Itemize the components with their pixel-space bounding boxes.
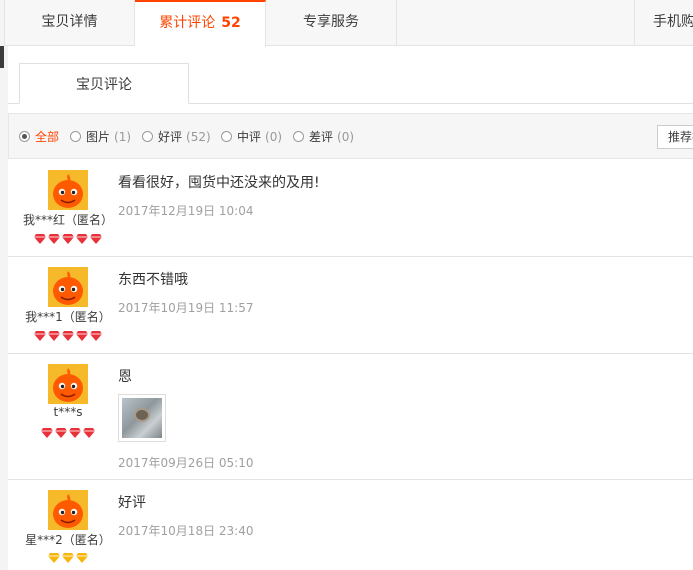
buyer-credit-gems: [8, 234, 128, 246]
top-tab-bar: 宝贝详情 累计评论 52 专享服务 手机购: [4, 0, 693, 47]
filter-negative-count: (0): [337, 130, 355, 144]
avatar: [48, 170, 88, 210]
radio-icon[interactable]: [221, 131, 232, 142]
review-date: 2017年10月18日 23:40: [118, 524, 254, 538]
diamond-icon: [89, 234, 102, 244]
diamond-icon: [48, 331, 61, 341]
review-text: 东西不错哦: [118, 272, 188, 288]
review-photo-thumbnail[interactable]: [118, 394, 166, 442]
left-gutter: [0, 0, 8, 570]
filter-neutral-count: (0): [265, 130, 283, 144]
yellow-diamond-icon: [48, 553, 61, 563]
gutter-marker: [0, 46, 4, 68]
diamond-icon: [55, 428, 68, 438]
diamond-icon: [75, 331, 88, 341]
review-date: 2017年09月26日 05:10: [118, 456, 254, 470]
tab-reviews-count: 52: [221, 15, 241, 31]
filter-positive-label: 好评: [158, 130, 183, 144]
filter-neutral-label: 中评: [237, 130, 262, 144]
diamond-icon: [34, 234, 47, 244]
filter-all[interactable]: 全部: [19, 129, 59, 145]
tab-reviews[interactable]: 累计评论 52: [135, 0, 266, 47]
reviewer-name: 我***红（匿名）: [22, 213, 113, 227]
reviewer-name: t***s: [53, 405, 83, 419]
tab-item-details-label: 宝贝详情: [41, 14, 98, 30]
filter-all-label: 全部: [35, 130, 60, 144]
review-text: 看看很好，囤货中还没来的及用!: [118, 175, 320, 191]
diamond-icon: [62, 234, 74, 244]
reviewer-name: 我***1（匿名）: [25, 310, 111, 324]
tab-mobile[interactable]: 手机购: [634, 0, 693, 46]
diamond-icon: [34, 331, 47, 341]
avatar: [48, 364, 88, 404]
filter-positive-count: (52): [186, 130, 211, 144]
reviewer-name: 星***2（匿名）: [25, 533, 111, 547]
sort-dropdown[interactable]: 推荐排: [657, 125, 693, 149]
tab-service[interactable]: 专享服务: [266, 0, 397, 46]
diamond-icon: [68, 428, 81, 438]
diamond-icon: [62, 331, 74, 341]
review-item: 星***2（匿名） 好评 2017年10月18日 23:40: [8, 480, 693, 570]
tab-service-label: 专享服务: [303, 14, 359, 30]
review-item: 我***1（匿名） 东西不错哦 2017年10月19日 11:57: [8, 257, 693, 354]
review-date: 2017年10月19日 11:57: [118, 301, 254, 315]
filter-photos[interactable]: 图片 (1): [70, 129, 131, 145]
radio-icon[interactable]: [142, 131, 153, 142]
diamond-icon: [41, 428, 54, 438]
radio-icon[interactable]: [70, 131, 81, 142]
review-photo: [122, 398, 162, 438]
diamond-icon: [82, 428, 95, 438]
radio-icon-checked[interactable]: [19, 131, 30, 142]
buyer-credit-gems: [8, 553, 128, 565]
tab-item-details[interactable]: 宝贝详情: [4, 0, 135, 46]
filter-negative[interactable]: 差评 (0): [293, 129, 354, 145]
buyer-credit-gems: [8, 331, 128, 343]
review-item: t***s 恩 2017年09月26日 05:10: [8, 354, 693, 480]
review-item: 我***红（匿名） 看看很好，囤货中还没来的及用! 2017年12月19日 10…: [8, 160, 693, 257]
avatar: [48, 490, 88, 530]
avatar: [48, 267, 88, 307]
review-date: 2017年12月19日 10:04: [118, 204, 254, 218]
review-text: 恩: [118, 369, 132, 385]
radio-icon[interactable]: [293, 131, 304, 142]
yellow-diamond-icon: [75, 553, 88, 563]
diamond-icon: [48, 234, 61, 244]
filter-photos-label: 图片: [86, 130, 111, 144]
tab-reviews-label: 累计评论: [159, 15, 216, 31]
review-filter-bar: 全部 图片(1) 好评(52) 中评(0) 差评(0) 推荐排: [8, 113, 693, 159]
filter-positive[interactable]: 好评 (52): [142, 129, 211, 145]
filter-photos-count: (1): [114, 130, 132, 144]
diamond-icon: [89, 331, 102, 341]
subtab-item-reviews[interactable]: 宝贝评论: [19, 63, 189, 104]
diamond-icon: [75, 234, 88, 244]
filter-neutral[interactable]: 中评 (0): [221, 129, 282, 145]
review-text: 好评: [118, 495, 146, 511]
tab-mobile-label: 手机购: [653, 14, 693, 30]
yellow-diamond-icon: [62, 553, 74, 563]
buyer-credit-gems: [8, 428, 128, 440]
filter-negative-label: 差评: [309, 130, 334, 144]
